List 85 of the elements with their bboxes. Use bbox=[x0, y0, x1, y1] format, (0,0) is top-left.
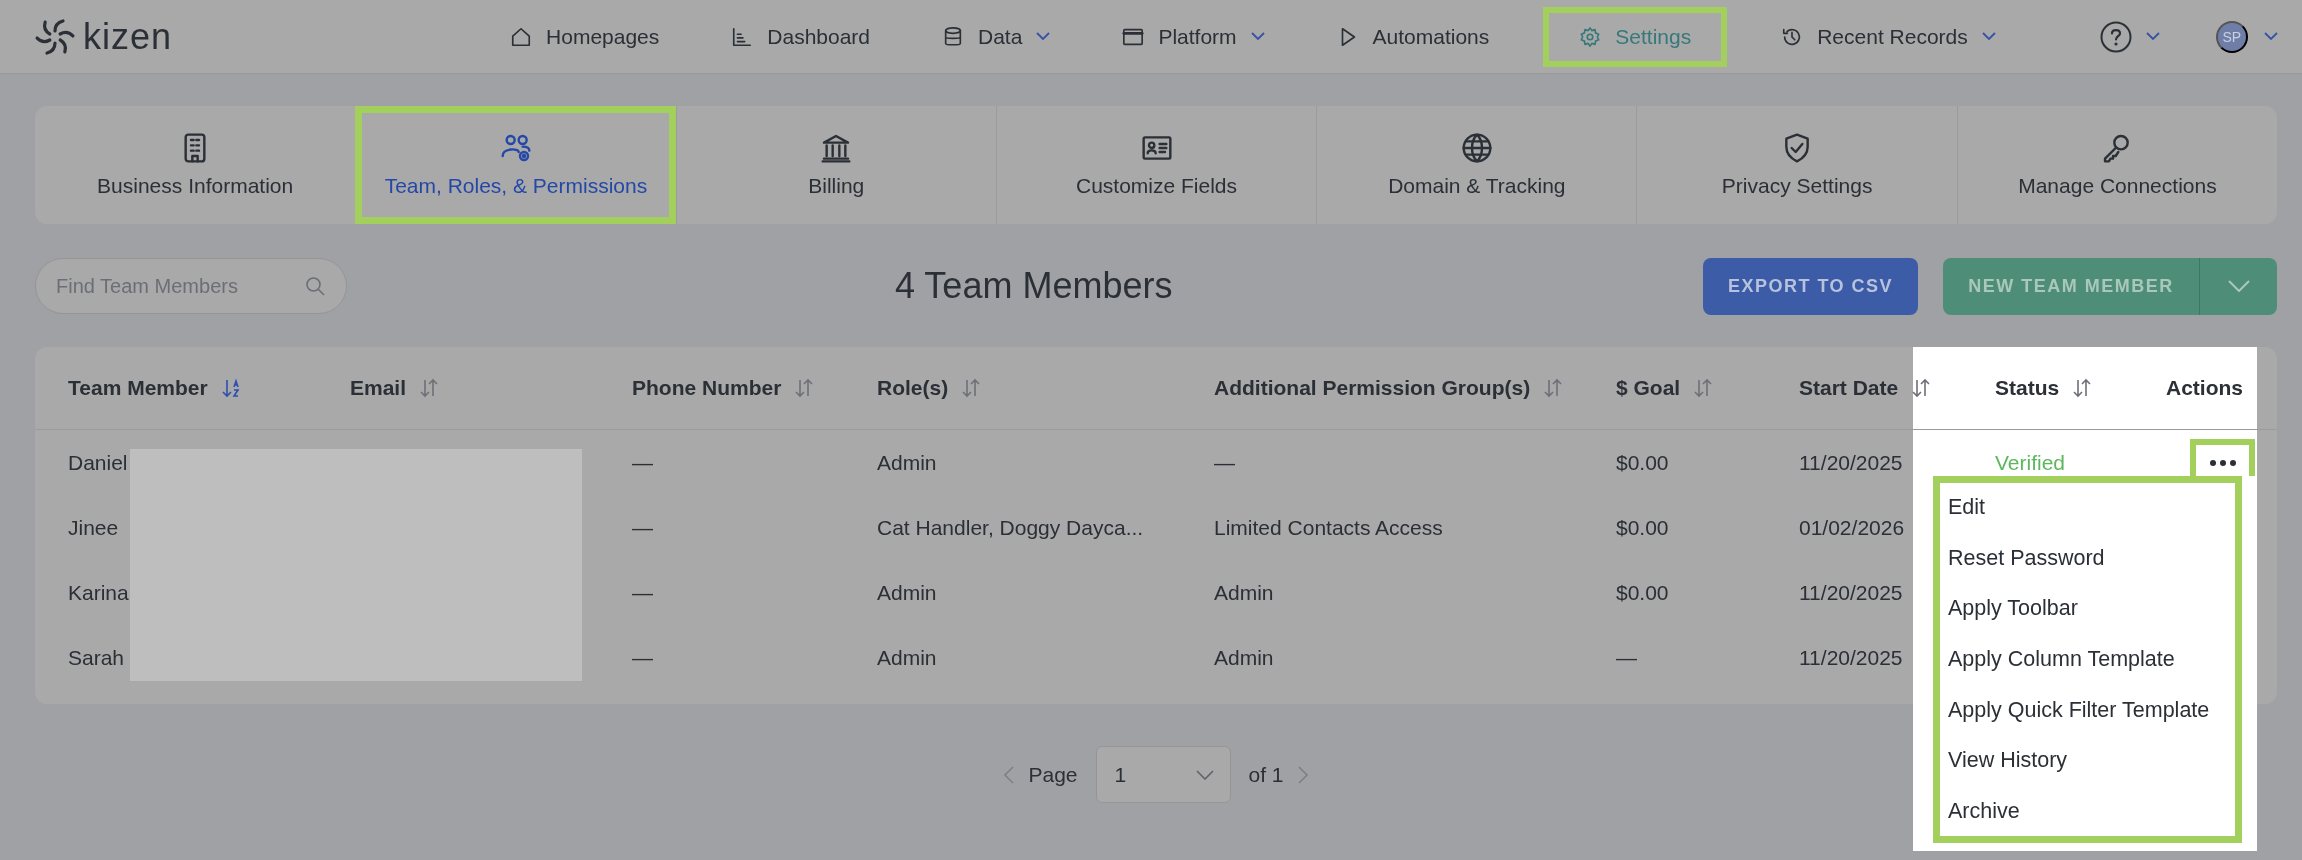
settings-tab[interactable]: Customize Fields bbox=[995, 106, 1317, 224]
search-field[interactable]: Find Team Members bbox=[35, 258, 347, 314]
nav-item[interactable]: Data bbox=[924, 6, 1069, 67]
menu-item[interactable]: Reset Password bbox=[1933, 532, 2242, 584]
column-header[interactable]: $ Goal bbox=[1616, 376, 1681, 400]
globe-icon bbox=[1460, 132, 1493, 164]
table-cell: 11/20/2025 bbox=[1799, 580, 1903, 605]
column-header[interactable]: Team Member bbox=[68, 376, 208, 400]
sort-icon[interactable] bbox=[795, 378, 814, 398]
swirl-logo-icon bbox=[35, 16, 75, 57]
table-cell: Admin bbox=[1214, 580, 1274, 605]
table-cell: 11/20/2025 bbox=[1799, 450, 1903, 475]
table-cell: — bbox=[1616, 645, 1637, 670]
sort-icon[interactable] bbox=[1544, 378, 1563, 398]
table-cell: — bbox=[632, 450, 653, 475]
help-button[interactable] bbox=[2099, 20, 2160, 53]
table-cell: Karina bbox=[68, 580, 129, 605]
page-select[interactable]: 1 bbox=[1095, 746, 1231, 803]
nav-item[interactable]: Homepages bbox=[492, 6, 678, 67]
export-button[interactable]: EXPORT TO CSV bbox=[1703, 257, 1918, 315]
sort-icon[interactable] bbox=[962, 378, 981, 398]
table-cell: — bbox=[632, 580, 653, 605]
chevron-down-icon[interactable] bbox=[2263, 32, 2278, 41]
sort-icon[interactable] bbox=[1694, 378, 1713, 398]
chevron-right-icon[interactable] bbox=[1297, 765, 1308, 784]
nav-item[interactable]: Platform bbox=[1104, 6, 1283, 67]
table-cell: — bbox=[1214, 450, 1235, 475]
sort-icon[interactable] bbox=[221, 378, 240, 398]
column-header[interactable]: Start Date bbox=[1799, 376, 1899, 400]
table-cell: Sarah bbox=[68, 645, 125, 670]
page-label: Page bbox=[1028, 762, 1078, 787]
table-cell: Limited Contacts Access bbox=[1214, 515, 1443, 540]
more-icon bbox=[2208, 458, 2237, 467]
page-total: of 1 bbox=[1248, 762, 1284, 787]
menu-item[interactable]: Archive bbox=[1933, 786, 2242, 838]
nav-item[interactable]: Automations bbox=[1318, 6, 1508, 67]
status-text: Verified bbox=[1995, 450, 2066, 475]
menu-item[interactable]: Apply Column Template bbox=[1933, 634, 2242, 685]
column-header[interactable]: Additional Permission Group(s) bbox=[1214, 376, 1531, 400]
table-cell: $0.00 bbox=[1616, 580, 1669, 605]
menu-item[interactable]: Apply Toolbar bbox=[1933, 583, 2242, 635]
table-cell: Admin bbox=[877, 450, 937, 475]
settings-tab[interactable]: Domain & Tracking bbox=[1316, 106, 1637, 224]
table-cell: $0.00 bbox=[1616, 515, 1669, 540]
table-cell: — bbox=[632, 645, 653, 670]
bank-icon bbox=[820, 132, 853, 164]
table-cell: 11/20/2025 bbox=[1799, 645, 1903, 670]
table-cell: Cat Handler, Doggy Dayca... bbox=[877, 515, 1144, 540]
database-icon bbox=[942, 25, 964, 48]
menu-item[interactable]: Apply Quick Filter Template bbox=[1933, 684, 2242, 736]
help-icon bbox=[2099, 20, 2132, 53]
menu-item[interactable]: View History bbox=[1933, 735, 2242, 787]
chevron-down-icon bbox=[2227, 280, 2250, 292]
table-cell: $0.00 bbox=[1616, 450, 1669, 475]
page-title: 4 Team Members bbox=[895, 265, 1173, 307]
gear-icon bbox=[1579, 25, 1602, 48]
settings-tab[interactable]: Business Information bbox=[35, 106, 356, 224]
nav-item[interactable]: Recent Records bbox=[1763, 6, 2014, 67]
sort-icon[interactable] bbox=[420, 378, 439, 398]
table-cell: 01/02/2026 bbox=[1799, 515, 1905, 540]
column-header[interactable]: Role(s) bbox=[877, 376, 949, 400]
settings-tab[interactable]: Billing bbox=[675, 106, 996, 224]
search-icon bbox=[305, 276, 325, 296]
table-cell: Admin bbox=[877, 645, 937, 670]
table-cell: Admin bbox=[1214, 645, 1274, 670]
sort-icon[interactable] bbox=[2073, 378, 2092, 398]
column-header[interactable]: Phone Number bbox=[632, 376, 782, 400]
table-cell: — bbox=[632, 515, 653, 540]
table-cell: Jinee bbox=[68, 515, 119, 540]
nav-item[interactable]: Dashboard bbox=[713, 6, 888, 67]
home-icon bbox=[510, 25, 533, 48]
column-header[interactable]: Email bbox=[350, 376, 407, 400]
table-cell: Admin bbox=[877, 580, 937, 605]
column-header[interactable]: Status bbox=[1995, 376, 2060, 400]
menu-item[interactable]: Edit bbox=[1933, 482, 2242, 533]
settings-tab[interactable]: Team, Roles, & Permissions bbox=[355, 106, 676, 224]
settings-tab[interactable]: Privacy Settings bbox=[1636, 106, 1957, 224]
settings-tab[interactable]: Manage Connections bbox=[1956, 106, 2278, 224]
sort-icon[interactable] bbox=[1912, 378, 1931, 398]
chevron-left-icon[interactable] bbox=[1004, 765, 1015, 784]
chart-icon bbox=[731, 25, 754, 48]
table-cell: Daniel bbox=[68, 450, 128, 475]
people-gear-icon bbox=[499, 132, 532, 164]
logo-text: kizen bbox=[83, 15, 173, 58]
chevron-down-icon bbox=[1195, 769, 1214, 780]
